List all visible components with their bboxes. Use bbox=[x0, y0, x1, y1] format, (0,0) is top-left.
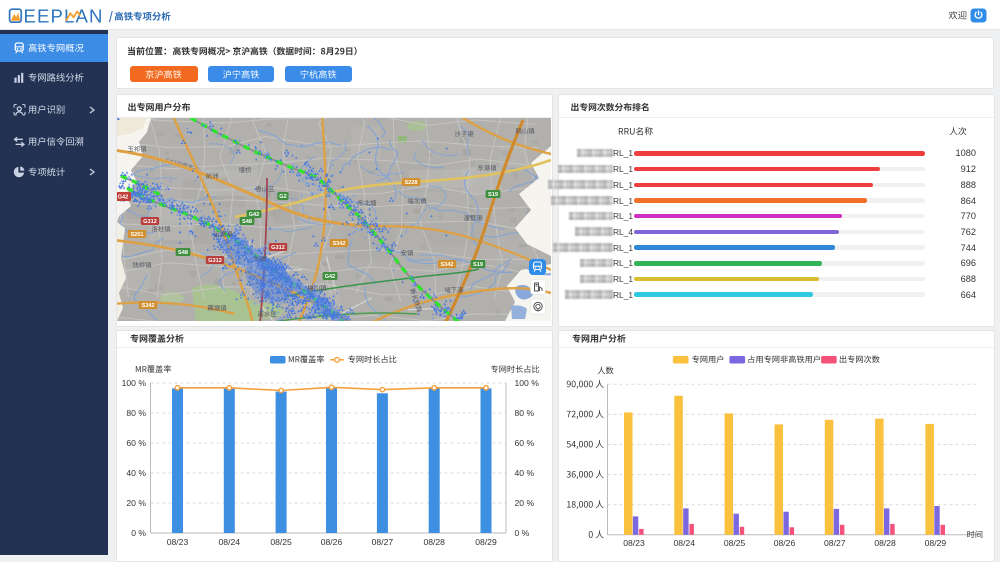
svg-text:S342: S342 bbox=[332, 241, 345, 247]
svg-text:08/26: 08/26 bbox=[321, 537, 343, 547]
svg-text:08/25: 08/25 bbox=[270, 537, 292, 547]
svg-text:100 %: 100 % bbox=[122, 378, 147, 388]
svg-text:08/28: 08/28 bbox=[874, 538, 896, 548]
svg-text:0 %: 0 % bbox=[515, 528, 530, 538]
svg-text:40 %: 40 % bbox=[126, 468, 146, 478]
svg-text:S342: S342 bbox=[141, 303, 154, 309]
svg-text:S342: S342 bbox=[440, 262, 453, 268]
svg-text:20 %: 20 % bbox=[515, 498, 535, 508]
svg-text:G2: G2 bbox=[279, 194, 286, 200]
svg-text:08/28: 08/28 bbox=[423, 537, 445, 547]
svg-text:08/29: 08/29 bbox=[925, 538, 947, 548]
svg-text:08/27: 08/27 bbox=[824, 538, 846, 548]
svg-text:80 %: 80 % bbox=[515, 408, 535, 418]
svg-text:S48: S48 bbox=[242, 219, 252, 225]
svg-text:60 %: 60 % bbox=[515, 438, 535, 448]
svg-text:80 %: 80 % bbox=[126, 408, 146, 418]
svg-text:G312: G312 bbox=[271, 245, 285, 251]
svg-text:08/23: 08/23 bbox=[167, 537, 189, 547]
svg-text:08/27: 08/27 bbox=[372, 537, 394, 547]
svg-text:S48: S48 bbox=[178, 250, 188, 256]
svg-text:08/23: 08/23 bbox=[623, 538, 645, 548]
svg-text:G42: G42 bbox=[249, 212, 260, 218]
svg-text:08/25: 08/25 bbox=[724, 538, 746, 548]
svg-text:0 %: 0 % bbox=[131, 528, 146, 538]
svg-text:S228: S228 bbox=[404, 180, 417, 186]
svg-text:EEPL: EEPL bbox=[24, 5, 76, 26]
svg-text:08/29: 08/29 bbox=[475, 537, 497, 547]
svg-text:G42: G42 bbox=[118, 194, 129, 200]
svg-text:100 %: 100 % bbox=[515, 378, 540, 388]
svg-text:S19: S19 bbox=[488, 192, 498, 198]
svg-text:20 %: 20 % bbox=[126, 498, 146, 508]
svg-text:S261: S261 bbox=[130, 232, 143, 238]
svg-text:G42: G42 bbox=[325, 274, 336, 280]
svg-text:G312: G312 bbox=[208, 258, 222, 264]
svg-text:60 %: 60 % bbox=[126, 438, 146, 448]
svg-text:08/24: 08/24 bbox=[674, 538, 696, 548]
svg-text:40 %: 40 % bbox=[515, 468, 535, 478]
svg-text:08/24: 08/24 bbox=[219, 537, 241, 547]
svg-text:08/26: 08/26 bbox=[774, 538, 796, 548]
svg-text:S19: S19 bbox=[473, 262, 483, 268]
svg-text:G312: G312 bbox=[143, 219, 157, 225]
